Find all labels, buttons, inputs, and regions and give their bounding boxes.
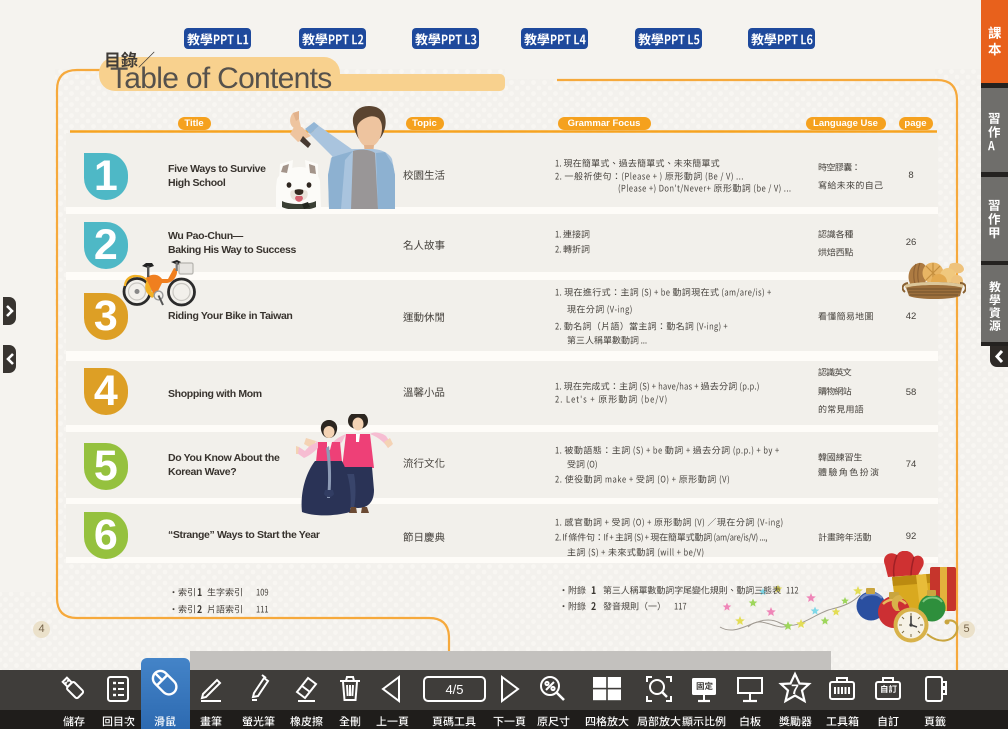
svg-text:7: 7	[791, 681, 799, 697]
